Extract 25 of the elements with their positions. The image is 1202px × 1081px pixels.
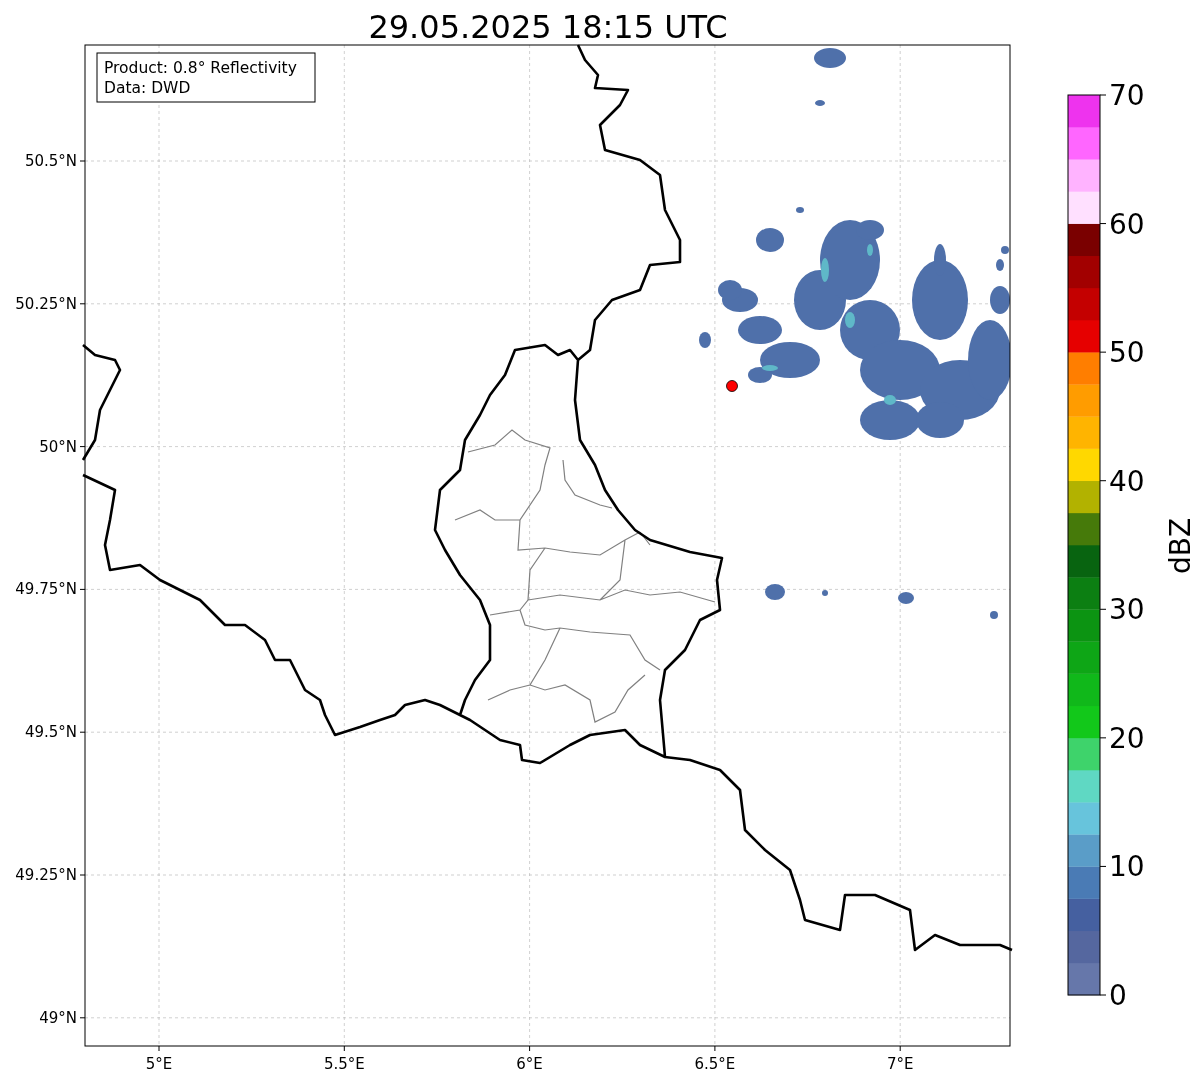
colorbar-tick-label: 40 <box>1109 464 1145 498</box>
longitude-label: 6°E <box>516 1055 543 1073</box>
colorbar-label: dBZ <box>1164 517 1197 575</box>
latitude-label: 50.5°N <box>24 152 77 170</box>
info-text: Data: DWD <box>104 79 191 97</box>
latitude-label: 49.5°N <box>24 723 77 742</box>
longitude-label: 7°E <box>886 1055 914 1073</box>
colorbar-tick-label: 30 <box>1109 593 1145 627</box>
location-marker <box>726 380 738 392</box>
colorbar-tick-label: 50 <box>1109 336 1145 370</box>
colorbar-tick-label: 60 <box>1109 207 1145 241</box>
latitude-label: 49.75°N <box>15 580 77 599</box>
longitude-label: 5°E <box>145 1055 173 1073</box>
latitude-label: 50°N <box>39 437 77 456</box>
latitude-label: 50.25°N <box>15 294 77 313</box>
info-text: Product: 0.8° Reflectivity <box>104 59 297 77</box>
longitude-label: 5.5°E <box>323 1055 365 1073</box>
colorbar-tick-label: 20 <box>1109 721 1145 755</box>
latitude-label: 49.25°N <box>15 866 77 884</box>
colorbar-tick-label: 0 <box>1109 979 1127 1012</box>
chart-title: 29.05.2025 18:15 UTC <box>368 8 728 46</box>
longitude-label: 6.5°E <box>694 1055 736 1073</box>
colorbar-tick-label: 10 <box>1109 850 1145 884</box>
colorbar-tick-label: 70 <box>1109 79 1145 112</box>
latitude-label: 49°N <box>39 1008 77 1027</box>
